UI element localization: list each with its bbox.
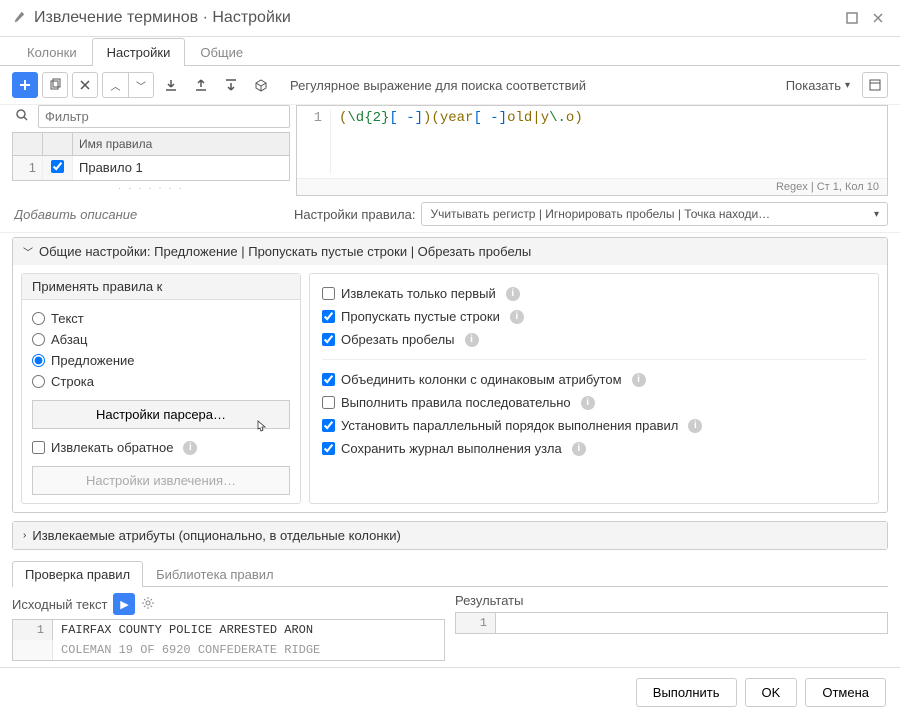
cancel-button[interactable]: Отмена bbox=[805, 678, 886, 707]
line-number: 1 bbox=[297, 110, 331, 174]
regex-label: Регулярное выражение для поиска соответс… bbox=[290, 78, 586, 93]
filter-input[interactable] bbox=[38, 105, 290, 128]
gear-icon[interactable] bbox=[141, 596, 155, 613]
chevron-right-icon: › bbox=[23, 530, 26, 541]
info-icon: i bbox=[572, 442, 586, 456]
general-settings-header[interactable]: ﹀ Общие настройки: Предложение | Пропуск… bbox=[13, 238, 887, 265]
source-text-label: Исходный текст bbox=[12, 597, 107, 612]
rule-enabled-checkbox[interactable] bbox=[51, 160, 64, 173]
parser-settings-button[interactable]: Настройки парсера… bbox=[32, 400, 290, 429]
check-save-log[interactable]: Сохранить журнал выполнения узлаi bbox=[322, 437, 866, 460]
run-button[interactable]: Выполнить bbox=[636, 678, 737, 707]
table-row[interactable]: 1 Правило 1 bbox=[13, 156, 289, 180]
regex-code[interactable]: (\d{2}[ -])(year[ -]old|y\.o) bbox=[331, 110, 583, 174]
tab-general[interactable]: Общие bbox=[185, 38, 258, 66]
move-up-button[interactable]: ︿ bbox=[102, 72, 128, 98]
check-trim[interactable]: Обрезать пробелыi bbox=[322, 328, 866, 351]
general-settings-section: ﹀ Общие настройки: Предложение | Пропуск… bbox=[12, 237, 888, 513]
import-button[interactable] bbox=[158, 72, 184, 98]
layout-button[interactable] bbox=[862, 72, 888, 98]
description-input[interactable] bbox=[12, 203, 282, 226]
check-sequential[interactable]: Выполнить правила последовательноi bbox=[322, 391, 866, 414]
results-label: Результаты bbox=[455, 593, 523, 608]
check-parallel[interactable]: Установить параллельный порядок выполнен… bbox=[322, 414, 866, 437]
resize-handle[interactable]: · · · · · · · bbox=[12, 181, 290, 196]
tab-columns[interactable]: Колонки bbox=[12, 38, 92, 66]
editor-status: Regex | Ст 1, Кол 10 bbox=[297, 178, 887, 195]
extracted-attrs-header[interactable]: › Извлекаемые атрибуты (опционально, в о… bbox=[13, 522, 887, 549]
radio-paragraph[interactable]: Абзац bbox=[32, 329, 290, 350]
extracted-attrs-section: › Извлекаемые атрибуты (опционально, в о… bbox=[12, 521, 888, 550]
titlebar: Извлечение терминов · Настройки bbox=[0, 0, 900, 37]
run-preview-button[interactable]: ▶ bbox=[113, 593, 135, 615]
rule-settings-dropdown[interactable]: Учитывать регистр | Игнорировать пробелы… bbox=[421, 202, 888, 226]
add-button[interactable] bbox=[12, 72, 38, 98]
chevron-down-icon: ﹀ bbox=[23, 244, 33, 259]
check-first-only[interactable]: Извлекать только первыйi bbox=[322, 282, 866, 305]
close-button[interactable] bbox=[868, 8, 888, 28]
rule-settings-label: Настройки правила: bbox=[294, 207, 415, 222]
cursor-icon bbox=[253, 419, 269, 435]
info-icon: i bbox=[581, 396, 595, 410]
show-dropdown[interactable]: Показать ▾ bbox=[778, 74, 858, 97]
download-button[interactable] bbox=[218, 72, 244, 98]
radio-line[interactable]: Строка bbox=[32, 371, 290, 392]
info-icon: i bbox=[632, 373, 646, 387]
bottom-tabs: Проверка правил Библиотека правил bbox=[12, 560, 888, 587]
info-icon: i bbox=[510, 310, 524, 324]
package-button[interactable] bbox=[248, 72, 274, 98]
results-preview-table[interactable]: 1 bbox=[455, 612, 888, 634]
window-title: Извлечение терминов · Настройки bbox=[34, 9, 836, 27]
move-down-button[interactable]: ﹀ bbox=[128, 72, 154, 98]
info-icon: i bbox=[506, 287, 520, 301]
radio-text[interactable]: Текст bbox=[32, 308, 290, 329]
ok-button[interactable]: OK bbox=[745, 678, 798, 707]
source-preview-table[interactable]: 1FAIRFAX COUNTY POLICE ARRESTED ARON COL… bbox=[12, 619, 445, 661]
copy-button[interactable] bbox=[42, 72, 68, 98]
toolbar: ︿ ﹀ Регулярное выражение для поиска соот… bbox=[0, 66, 900, 105]
pencil-icon bbox=[12, 10, 26, 27]
rules-table: Имя правила 1 Правило 1 bbox=[12, 132, 290, 181]
check-skip-empty[interactable]: Пропускать пустые строкиi bbox=[322, 305, 866, 328]
chevron-down-icon: ▾ bbox=[845, 80, 850, 91]
tab-settings[interactable]: Настройки bbox=[92, 38, 186, 66]
tab-rule-library[interactable]: Библиотека правил bbox=[143, 561, 287, 587]
code-editor[interactable]: 1 (\d{2}[ -])(year[ -]old|y\.o) Regex | … bbox=[296, 105, 888, 196]
info-icon: i bbox=[688, 419, 702, 433]
radio-sentence[interactable]: Предложение bbox=[32, 350, 290, 371]
info-icon: i bbox=[183, 441, 197, 455]
extract-settings-button[interactable]: Настройки извлечения… bbox=[32, 466, 290, 495]
search-icon bbox=[12, 108, 32, 125]
col-header-name: Имя правила bbox=[73, 133, 289, 155]
maximize-button[interactable] bbox=[842, 8, 862, 28]
apply-to-header: Применять правила к bbox=[22, 274, 300, 300]
info-icon: i bbox=[465, 333, 479, 347]
chevron-down-icon: ▾ bbox=[874, 209, 879, 220]
upload-button[interactable] bbox=[188, 72, 214, 98]
check-extract-inverse[interactable]: Извлекать обратноеi bbox=[32, 437, 290, 458]
delete-button[interactable] bbox=[72, 72, 98, 98]
main-tabs: Колонки Настройки Общие bbox=[0, 37, 900, 66]
check-merge-cols[interactable]: Объединить колонки с одинаковым атрибуто… bbox=[322, 368, 866, 391]
tab-check-rules[interactable]: Проверка правил bbox=[12, 561, 143, 587]
